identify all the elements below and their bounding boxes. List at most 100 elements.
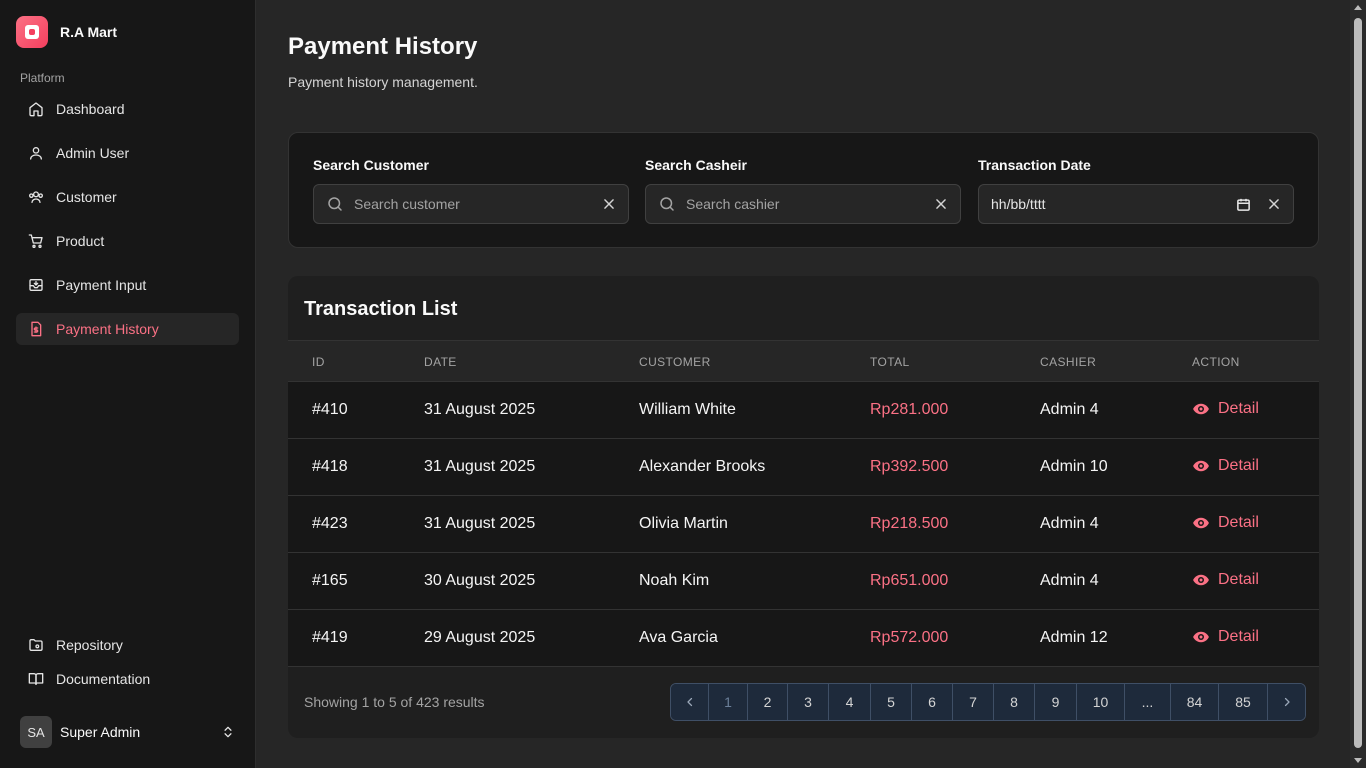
detail-button[interactable]: Detail — [1192, 514, 1259, 532]
detail-label: Detail — [1218, 628, 1259, 645]
sidebar-item-label: Product — [56, 233, 105, 249]
sidebar-item-product[interactable]: Product — [16, 225, 239, 257]
sidebar-item-label: Customer — [56, 189, 117, 205]
sidebar-item-customer[interactable]: Customer — [16, 181, 239, 213]
detail-label: Detail — [1218, 514, 1259, 531]
page-scrollbar[interactable] — [1350, 0, 1366, 768]
chevrons-up-down-icon — [224, 726, 232, 738]
pagination-page-4[interactable]: 4 — [829, 684, 871, 720]
detail-button[interactable]: Detail — [1192, 400, 1259, 418]
table-header: ID DATE CUSTOMER TOTAL CASHIER ACTION — [288, 340, 1319, 382]
pagination-page-1[interactable]: 1 — [709, 684, 748, 720]
brand-logo-icon — [16, 16, 48, 48]
calendar-icon[interactable] — [1236, 197, 1251, 212]
cell-date: 30 August 2025 — [424, 572, 536, 589]
sidebar-item-repository[interactable]: Repository — [16, 629, 239, 661]
cell-total: Rp218.500 — [870, 515, 949, 532]
scroll-up-icon[interactable] — [1354, 5, 1362, 10]
sidebar-item-label: Payment History — [56, 321, 159, 337]
table-row: #165 30 August 2025 Noah Kim Rp651.000 A… — [288, 553, 1319, 610]
customer-filter: Search Customer Search customer — [313, 157, 629, 224]
cell-date: 31 August 2025 — [424, 458, 536, 475]
inbox-icon — [29, 279, 43, 291]
clear-icon[interactable] — [934, 197, 948, 211]
pagination: 1 2 3 4 5 6 7 8 9 10 ... 84 85 — [670, 683, 1306, 721]
home-icon — [29, 102, 43, 117]
cell-customer: Olivia Martin — [639, 515, 728, 532]
cashier-filter-label: Search Casheir — [645, 157, 747, 173]
column-header-action: ACTION — [1192, 355, 1240, 369]
sidebar-item-payment-history[interactable]: Payment History — [16, 313, 239, 345]
cell-id: #418 — [312, 458, 348, 475]
pagination-page-9[interactable]: 9 — [1035, 684, 1077, 720]
pagination-ellipsis: ... — [1125, 684, 1171, 720]
sidebar-item-dashboard[interactable]: Dashboard — [16, 93, 239, 125]
sidebar-nav: Dashboard Admin User Customer Product Pa… — [16, 93, 239, 357]
sidebar-item-payment-input[interactable]: Payment Input — [16, 269, 239, 301]
brand[interactable]: R.A Mart — [16, 16, 117, 48]
table-title: Transaction List — [304, 298, 458, 320]
table-body: #410 31 August 2025 William White Rp281.… — [288, 382, 1319, 667]
page-title: Payment History — [288, 33, 478, 60]
column-header-cashier[interactable]: CASHIER — [1040, 355, 1096, 369]
date-filter: Transaction Date hh/bb/tttt — [978, 157, 1294, 224]
column-header-id[interactable]: ID — [312, 355, 325, 369]
cashier-search-placeholder: Search cashier — [686, 196, 780, 212]
customer-filter-label: Search Customer — [313, 157, 429, 173]
pagination-page-6[interactable]: 6 — [912, 684, 953, 720]
cell-total: Rp651.000 — [870, 572, 949, 589]
main-content: Payment History Payment history manageme… — [256, 0, 1350, 768]
pagination-prev-button[interactable] — [671, 684, 709, 720]
cell-id: #165 — [312, 572, 348, 589]
cart-icon — [28, 234, 43, 248]
sidebar-item-admin-user[interactable]: Admin User — [16, 137, 239, 169]
cell-customer: William White — [639, 401, 736, 418]
pagination-page-10[interactable]: 10 — [1077, 684, 1125, 720]
user-menu[interactable]: SA Super Admin — [20, 716, 235, 748]
pagination-page-85[interactable]: 85 — [1219, 684, 1268, 720]
table-row: #419 29 August 2025 Ava Garcia Rp572.000… — [288, 610, 1319, 667]
transaction-table-card: Transaction List ID DATE CUSTOMER TOTAL … — [288, 276, 1319, 738]
cell-cashier: Admin 10 — [1040, 458, 1108, 475]
clear-icon[interactable] — [1267, 197, 1281, 211]
pagination-page-5[interactable]: 5 — [871, 684, 912, 720]
column-header-date[interactable]: DATE — [424, 355, 457, 369]
sidebar-section-label: Platform — [20, 71, 65, 85]
pagination-page-8[interactable]: 8 — [994, 684, 1035, 720]
cell-total: Rp281.000 — [870, 401, 949, 418]
receipt-icon — [31, 321, 42, 337]
results-summary: Showing 1 to 5 of 423 results — [304, 694, 485, 710]
chevron-left-icon — [686, 697, 692, 707]
column-header-total[interactable]: TOTAL — [870, 355, 910, 369]
customer-search-placeholder: Search customer — [354, 196, 460, 212]
pagination-page-7[interactable]: 7 — [953, 684, 994, 720]
detail-button[interactable]: Detail — [1192, 628, 1259, 646]
cell-id: #423 — [312, 515, 348, 532]
scroll-thumb[interactable] — [1354, 18, 1362, 748]
pagination-next-button[interactable] — [1268, 684, 1305, 720]
column-header-customer[interactable]: CUSTOMER — [639, 355, 711, 369]
detail-button[interactable]: Detail — [1192, 457, 1259, 475]
sidebar-item-label: Dashboard — [56, 101, 125, 117]
cell-customer: Noah Kim — [639, 572, 710, 589]
eye-icon — [1193, 460, 1209, 472]
cell-cashier: Admin 4 — [1040, 515, 1099, 532]
table-row: #410 31 August 2025 William White Rp281.… — [288, 382, 1319, 439]
pagination-page-2[interactable]: 2 — [748, 684, 788, 720]
sidebar-item-documentation[interactable]: Documentation — [16, 663, 239, 695]
detail-button[interactable]: Detail — [1192, 571, 1259, 589]
cell-customer: Ava Garcia — [639, 629, 718, 646]
user-name: Super Admin — [60, 724, 141, 740]
transaction-date-input[interactable]: hh/bb/tttt — [978, 184, 1294, 224]
cell-date: 29 August 2025 — [424, 629, 536, 646]
customer-search-input[interactable]: Search customer — [313, 184, 629, 224]
clear-icon[interactable] — [602, 197, 616, 211]
pagination-page-3[interactable]: 3 — [788, 684, 829, 720]
search-icon — [328, 197, 342, 211]
cashier-search-input[interactable]: Search cashier — [645, 184, 961, 224]
eye-icon — [1193, 403, 1209, 415]
avatar: SA — [20, 716, 52, 748]
pagination-page-84[interactable]: 84 — [1171, 684, 1219, 720]
scroll-down-icon[interactable] — [1354, 758, 1362, 763]
brand-name: R.A Mart — [60, 24, 118, 40]
